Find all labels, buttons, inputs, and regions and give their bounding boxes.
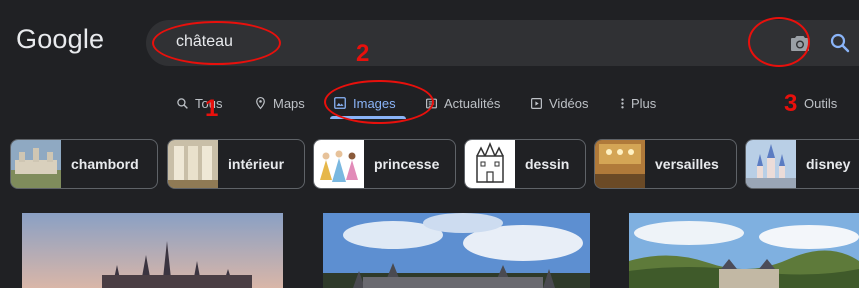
google-logo[interactable]: Google [16, 24, 104, 55]
chip-thumbnail [168, 140, 218, 188]
annotation-number-1: 1 [205, 95, 219, 122]
play-icon [531, 97, 542, 109]
tools-label: Outils [804, 95, 838, 111]
chip-label: intérieur [228, 156, 285, 172]
map-pin-icon [256, 96, 265, 110]
search-icon[interactable] [828, 31, 852, 55]
result-image-1[interactable] [22, 213, 283, 288]
chip-disney[interactable]: disney [745, 139, 859, 189]
result-image-2[interactable] [323, 213, 590, 288]
castle-photo [629, 213, 859, 288]
castle-photo [323, 213, 590, 288]
tab-actualites[interactable]: Actualités [425, 92, 500, 114]
top-bar: Google [0, 0, 859, 78]
chip-label: versailles [655, 156, 719, 172]
chip-thumbnail [11, 140, 61, 188]
result-image-3[interactable] [629, 213, 859, 288]
annotation-number-3: 3 [784, 90, 798, 117]
chip-thumbnail [595, 140, 645, 188]
chip-thumbnail [746, 140, 796, 188]
tab-label: Vidéos [549, 95, 589, 111]
annotation-number-2: 2 [356, 40, 370, 67]
chip-dessin[interactable]: dessin [464, 139, 586, 189]
chip-interieur[interactable]: intérieur [167, 139, 305, 189]
tab-label: Plus [631, 95, 657, 111]
annotation-circle-camera [748, 17, 810, 67]
chip-versailles[interactable]: versailles [594, 139, 737, 189]
chip-thumbnail [314, 140, 364, 188]
chip-label: disney [806, 156, 851, 172]
annotation-circle-search [152, 21, 281, 65]
tab-plus[interactable]: Plus [620, 92, 656, 114]
chip-label: dessin [525, 156, 570, 172]
tab-label: Maps [273, 95, 305, 111]
tab-maps[interactable]: Maps [254, 92, 305, 114]
chip-princesse[interactable]: princesse [313, 139, 456, 189]
related-chips: chambord intérieur princesse dessin vers… [0, 139, 859, 189]
tools-button[interactable]: Outils [804, 92, 837, 114]
chip-chambord[interactable]: chambord [10, 139, 158, 189]
more-vert-icon [621, 98, 624, 108]
chip-thumbnail [465, 140, 515, 188]
tab-label: Actualités [444, 95, 501, 111]
chip-label: princesse [374, 156, 440, 172]
search-icon [177, 97, 188, 109]
chip-label: chambord [71, 156, 139, 172]
annotation-circle-images [324, 80, 434, 124]
castle-photo [22, 213, 283, 288]
tab-videos[interactable]: Vidéos [530, 92, 589, 114]
